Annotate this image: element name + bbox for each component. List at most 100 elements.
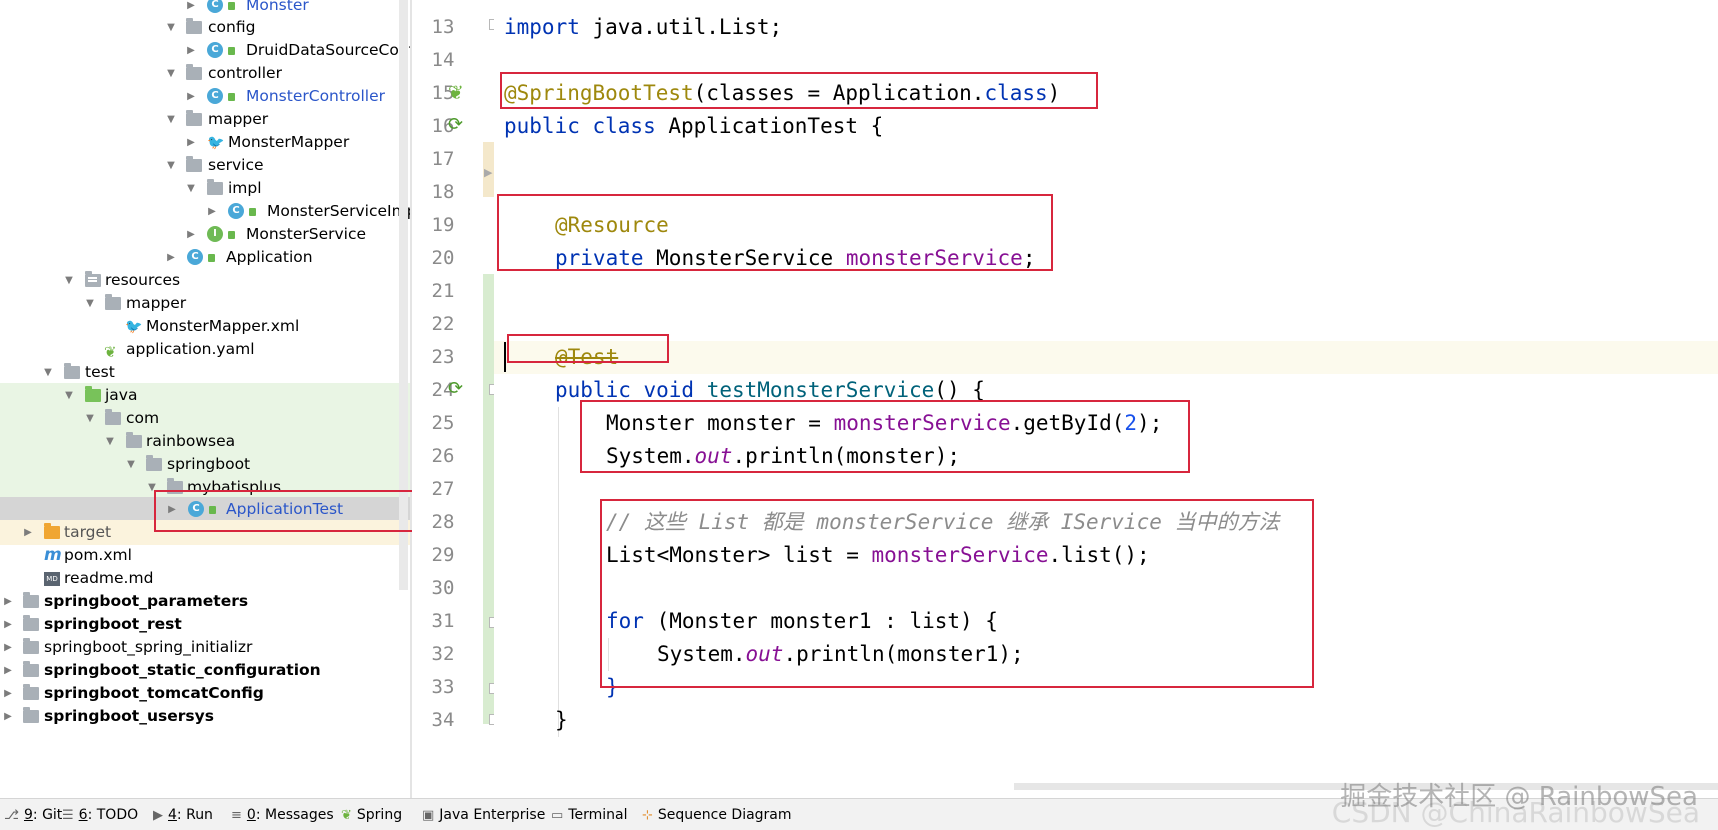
tree-item-label: service [208,156,264,174]
class-icon: C [228,203,244,219]
lock-icon [228,231,235,239]
expand-arrow-icon[interactable]: ▶ [1,658,15,683]
tool-label: : Run [176,807,213,823]
interface-icon: I [207,226,223,242]
expand-arrow-icon[interactable]: ▶ [1,681,15,706]
collapse-arrow-icon[interactable]: ▼ [184,176,198,201]
tree-item-mapper[interactable]: ▼ mapper [0,107,410,132]
tree-item-test-java[interactable]: ▼ java [0,383,410,408]
tool-label: : Messages [255,807,334,823]
expand-arrow-icon[interactable]: ▶ [1,589,15,614]
tree-item-test[interactable]: ▼ test [0,360,410,385]
expand-arrow-icon[interactable]: ▶ [1,612,15,637]
tree-item-impl[interactable]: ▼ impl [0,176,410,201]
tree-item-module-static-config[interactable]: ▶ springboot_static_configuration [0,658,410,683]
lock-icon [249,208,256,216]
collapse-arrow-icon[interactable]: ▼ [164,61,178,86]
run-test-icon[interactable]: ⟳ [448,114,463,135]
tree-item-label: rainbowsea [146,432,236,450]
expand-arrow-icon[interactable]: ▶ [184,130,198,155]
line-number: 21 [431,280,455,302]
expand-arrow-icon[interactable]: ▶ [205,199,219,224]
collapse-arrow-icon[interactable]: ▼ [164,107,178,132]
sequence-diagram-tool-button[interactable]: ⊹ Sequence Diagram [642,799,792,830]
collapse-arrow-icon[interactable]: ▼ [62,268,76,293]
tree-item-com[interactable]: ▼ com [0,406,410,431]
highlight-box-list [600,499,1314,688]
collapse-arrow-icon[interactable]: ▼ [124,452,138,477]
folder-icon [23,638,39,654]
project-tree: ▶ C Monster ▼ config ▶ C DruidDataSource… [0,0,410,798]
code-token: public void [555,378,695,402]
tree-item-module-initializr[interactable]: ▶ springboot_spring_initializr [0,635,410,660]
todo-tool-button[interactable]: ☰ 6: TODO [62,799,138,830]
code-token: import [504,15,580,39]
spring-bean-icon[interactable]: ❦ [448,82,464,104]
tree-item-label: springboot [167,455,251,473]
maven-icon: m [44,545,62,565]
lock-icon [228,2,235,10]
tree-item-readme[interactable]: MD readme.md [0,566,410,591]
tree-item-module-rest[interactable]: ▶ springboot_rest [0,612,410,637]
tree-item-module-parameters[interactable]: ▶ springboot_parameters [0,589,410,614]
expand-arrow-icon[interactable]: ▶ [164,245,178,270]
spring-tool-button[interactable]: ❦ Spring [341,799,402,830]
tree-item-monster-mapper[interactable]: ▶ 🐦 MonsterMapper [0,130,410,155]
code-token: } [555,708,568,732]
tree-item-resources-mapper[interactable]: ▼ mapper [0,291,410,316]
collapse-arrow-icon[interactable]: ▼ [83,291,97,316]
run-tool-button[interactable]: ▶ 4: Run [153,799,213,830]
tree-item-application[interactable]: ▶ C Application [0,245,410,270]
tree-item-resources[interactable]: ▼ resources [0,268,410,293]
collapse-arrow-icon[interactable]: ▼ [41,360,55,385]
tree-item-monster-controller[interactable]: ▶ C MonsterController [0,84,410,109]
tree-item-service[interactable]: ▼ service [0,153,410,178]
messages-icon: ≡ [231,808,242,823]
collapse-arrow-icon[interactable]: ▼ [103,429,117,454]
collapse-arrow-icon[interactable]: ▼ [62,383,76,408]
tree-item-application-yaml[interactable]: ❦ application.yaml [0,337,410,362]
markdown-icon: MD [44,572,60,586]
expand-arrow-icon[interactable]: ▶ [184,38,198,63]
git-tool-button[interactable]: ⎇ 9: Git [4,799,62,830]
line-number: 30 [431,577,455,599]
tool-key: 6 [78,807,88,823]
highlight-box-springboottest [500,72,1098,109]
collapse-arrow-icon[interactable]: ▼ [164,15,178,40]
line-number: 19 [431,214,455,236]
messages-tool-button[interactable]: ≡ 0: Messages [231,799,334,830]
tree-item-monster-mapper-xml[interactable]: 🐦 MonsterMapper.xml [0,314,410,339]
tree-item-controller[interactable]: ▼ controller [0,61,410,86]
line-number: 32 [431,643,455,665]
java-enterprise-tool-button[interactable]: ▣ Java Enterprise [422,799,545,830]
expand-arrow-icon[interactable]: ▶ [1,635,15,660]
spring-app-class-icon: C [187,249,203,265]
tree-item-config[interactable]: ▼ config [0,15,410,40]
module-folder-icon [23,615,39,631]
tree-item-label: mapper [126,294,187,312]
expand-arrow-icon[interactable]: ▶ [184,222,198,247]
tree-item-monster-service-impl[interactable]: ▶ C MonsterServiceImp [0,199,410,224]
tree-item-module-usersys[interactable]: ▶ springboot_usersys [0,704,410,729]
terminal-tool-button[interactable]: ▭ Terminal [551,799,627,830]
tree-item-pom[interactable]: m pom.xml [0,543,410,568]
expand-arrow-icon[interactable]: ▶ [1,704,15,729]
folder-icon [146,455,162,471]
tree-item-label: resources [105,271,181,289]
tree-item-module-tomcat-config[interactable]: ▶ springboot_tomcatConfig [0,681,410,706]
mybatis-bird-icon: 🐦 [125,319,143,335]
run-test-icon[interactable]: ⟳ [448,378,463,399]
tree-item-springboot[interactable]: ▼ springboot [0,452,410,477]
fold-arrow-icon[interactable]: ▶ [484,166,492,179]
collapse-arrow-icon[interactable]: ▼ [164,153,178,178]
tree-item-label: springboot_static_configuration [44,661,321,679]
tree-item-druid-config[interactable]: ▶ C DruidDataSourceConfi [0,38,410,63]
tree-item-monster-service[interactable]: ▶ I MonsterService [0,222,410,247]
line-number: 33 [431,676,455,698]
collapse-arrow-icon[interactable]: ▼ [83,406,97,431]
tree-item-rainbowsea[interactable]: ▼ rainbowsea [0,429,410,454]
expand-arrow-icon[interactable]: ▶ [184,84,198,109]
expand-arrow-icon[interactable]: ▶ [21,520,35,545]
code-token: ApplicationTest { [655,114,884,138]
code-token: java.util.List; [579,15,783,39]
